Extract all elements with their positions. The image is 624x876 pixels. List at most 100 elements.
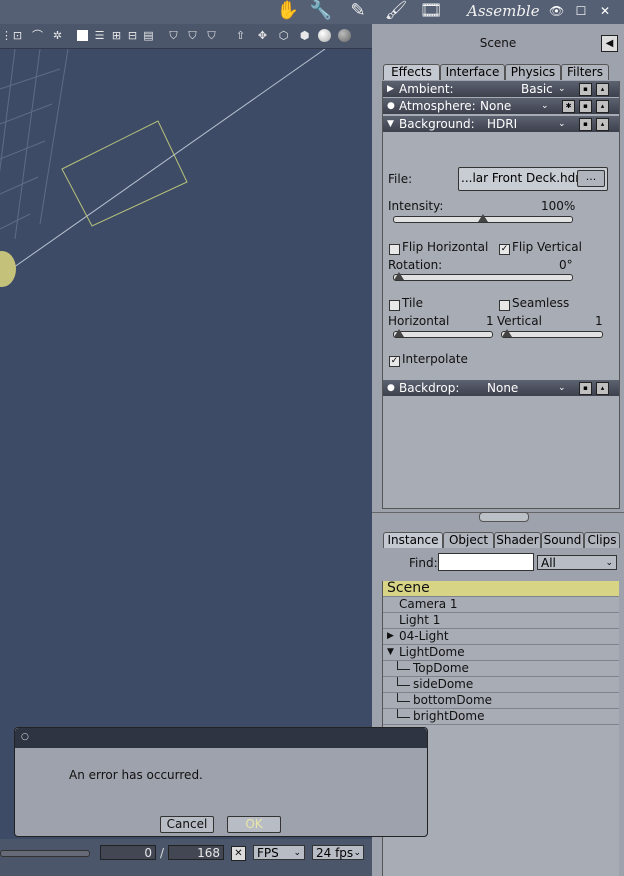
close-icon[interactable]: ✕ bbox=[598, 4, 612, 18]
layout-grid-icon[interactable]: ⊞ bbox=[110, 29, 123, 42]
tab-physics[interactable]: Physics bbox=[505, 64, 561, 80]
pencil-icon[interactable]: ✎ bbox=[345, 0, 371, 22]
chevron-down-icon[interactable]: ⌄ bbox=[558, 81, 566, 97]
flip-horizontal-checkbox[interactable] bbox=[389, 244, 400, 255]
expand-arrow-icon[interactable]: ▶ bbox=[387, 81, 394, 97]
tab-filters[interactable]: Filters bbox=[561, 64, 609, 80]
save-icon[interactable]: ▪ bbox=[579, 83, 592, 96]
list-item[interactable]: bottomDome bbox=[383, 693, 619, 709]
interpolate-checkbox[interactable]: ✓ bbox=[389, 356, 400, 367]
tab-effects[interactable]: Effects bbox=[383, 64, 440, 80]
wrench-icon[interactable]: 🔧 bbox=[308, 0, 334, 22]
list-item[interactable]: ▼ LightDome bbox=[383, 645, 619, 661]
move-icon[interactable]: ✥ bbox=[256, 29, 269, 42]
panel-collapse-icon[interactable]: ◀ bbox=[601, 35, 618, 52]
save-icon[interactable]: ▪ bbox=[579, 382, 592, 395]
camera-frustum[interactable] bbox=[61, 120, 188, 227]
ok-button[interactable]: OK bbox=[227, 816, 281, 833]
atmosphere-section[interactable]: ● Atmosphere: None ⌄ ✱ ▪ ▴ bbox=[383, 98, 619, 114]
maximize-icon[interactable]: ☐ bbox=[574, 4, 588, 18]
list-item[interactable]: Light 1 bbox=[383, 613, 619, 629]
shield-a-icon[interactable]: ⛉ bbox=[167, 29, 180, 42]
target-icon[interactable]: ⌒ bbox=[31, 29, 44, 42]
hand-icon[interactable]: ✋ bbox=[275, 0, 301, 22]
rate-select[interactable]: 24 fps ⌄ bbox=[312, 845, 364, 860]
layout-quad-icon[interactable]: ▤ bbox=[142, 29, 155, 42]
find-input[interactable] bbox=[438, 553, 534, 571]
layout-single-icon[interactable] bbox=[77, 30, 88, 41]
backdrop-value[interactable]: None bbox=[487, 380, 518, 396]
background-section[interactable]: ▼ Background: HDRI ⌄ ▪ ▴ bbox=[383, 116, 619, 132]
background-value[interactable]: HDRI bbox=[487, 116, 517, 132]
sphere-icon[interactable] bbox=[318, 29, 331, 42]
dialog-close-icon[interactable]: ○ bbox=[21, 732, 29, 742]
save-icon[interactable]: ▪ bbox=[579, 118, 592, 131]
wireframe-cube-icon[interactable]: ⬡ bbox=[277, 29, 290, 42]
list-item[interactable]: brightDome bbox=[383, 709, 619, 725]
chevron-down-icon[interactable]: ⌄ bbox=[541, 98, 549, 114]
target-alt-icon[interactable]: ✲ bbox=[51, 29, 64, 42]
collapse-arrow-icon[interactable]: ▼ bbox=[387, 116, 394, 132]
settings-icon[interactable]: ✱ bbox=[562, 100, 575, 113]
list-item[interactable]: sideDome bbox=[383, 677, 619, 693]
flip-vertical-checkbox[interactable]: ✓ bbox=[499, 244, 510, 255]
load-icon[interactable]: ▴ bbox=[596, 100, 609, 113]
slider-thumb[interactable] bbox=[394, 329, 404, 337]
intensity-slider[interactable] bbox=[393, 214, 573, 223]
list-item[interactable]: TopDome bbox=[383, 661, 619, 677]
timeline-scrubber[interactable] bbox=[0, 850, 90, 857]
shield-c-icon[interactable]: ⛉ bbox=[205, 29, 218, 42]
tab-interface[interactable]: Interface bbox=[440, 64, 505, 80]
expand-arrow-icon[interactable]: ▶ bbox=[387, 629, 394, 644]
total-frames-field[interactable]: 168 bbox=[168, 845, 224, 860]
splitter-handle[interactable] bbox=[479, 512, 529, 522]
shield-b-icon[interactable]: ⛉ bbox=[186, 29, 199, 42]
tab-sound[interactable]: Sound bbox=[541, 532, 584, 548]
file-field[interactable]: ...lar Front Deck.hdr ... bbox=[458, 167, 608, 191]
file-path: ...lar Front Deck.hdr bbox=[461, 171, 581, 185]
slider-thumb[interactable] bbox=[394, 272, 404, 280]
list-item[interactable]: Scene bbox=[383, 581, 619, 597]
seamless-checkbox[interactable] bbox=[499, 300, 510, 311]
tab-instance[interactable]: Instance bbox=[383, 532, 443, 548]
chevron-down-icon[interactable]: ⌄ bbox=[558, 116, 566, 132]
vertical-slider[interactable] bbox=[501, 329, 603, 338]
layout-rows-icon[interactable]: ☰ bbox=[93, 29, 106, 42]
chevron-down-icon[interactable]: ⌄ bbox=[558, 380, 566, 396]
film-icon[interactable]: 🎞 bbox=[418, 0, 444, 22]
filter-select[interactable]: All ⌄ bbox=[537, 555, 617, 570]
ambient-value[interactable]: Basic bbox=[521, 81, 553, 97]
atmosphere-value[interactable]: None bbox=[480, 98, 511, 114]
loop-toggle-icon[interactable]: ✕ bbox=[231, 846, 246, 861]
list-item[interactable]: ▶ 04-Light bbox=[383, 629, 619, 645]
tab-shader[interactable]: Shader bbox=[494, 532, 541, 548]
browse-button[interactable]: ... bbox=[577, 170, 605, 187]
load-icon[interactable]: ▴ bbox=[596, 118, 609, 131]
solid-cube-icon[interactable]: ⬢ bbox=[298, 29, 311, 42]
load-icon[interactable]: ▴ bbox=[596, 83, 609, 96]
eye-icon[interactable]: 👁 bbox=[549, 4, 564, 18]
horizontal-slider[interactable] bbox=[393, 329, 493, 338]
save-icon[interactable]: ▪ bbox=[579, 100, 592, 113]
collapse-arrow-icon[interactable]: ▼ bbox=[387, 645, 394, 660]
3d-viewport[interactable] bbox=[0, 49, 372, 839]
backdrop-section[interactable]: ● Backdrop: None ⌄ ▪ ▴ bbox=[383, 380, 619, 396]
rotation-slider[interactable] bbox=[393, 272, 573, 281]
unit-select[interactable]: FPS ⌄ bbox=[253, 845, 305, 860]
arrow-up-icon[interactable]: ⇧ bbox=[234, 29, 247, 42]
list-item[interactable]: Camera 1 bbox=[383, 597, 619, 613]
light-object[interactable] bbox=[0, 251, 16, 287]
load-icon[interactable]: ▴ bbox=[596, 382, 609, 395]
cancel-button[interactable]: Cancel bbox=[160, 816, 214, 833]
slider-thumb[interactable] bbox=[478, 214, 488, 222]
shaded-sphere-icon[interactable] bbox=[338, 29, 351, 42]
camera-icon[interactable]: ⊡ bbox=[11, 29, 24, 42]
tile-checkbox[interactable] bbox=[389, 300, 400, 311]
ambient-section[interactable]: ▶ Ambient: Basic ⌄ ▪ ▴ bbox=[383, 81, 619, 97]
tab-clips[interactable]: Clips bbox=[584, 532, 620, 548]
layout-split-icon[interactable]: ⊟ bbox=[126, 29, 139, 42]
slider-thumb[interactable] bbox=[502, 329, 512, 337]
tab-object[interactable]: Object bbox=[443, 532, 494, 548]
current-frame-field[interactable]: 0 bbox=[100, 845, 156, 860]
brush-icon[interactable]: 🖌 bbox=[383, 0, 409, 22]
